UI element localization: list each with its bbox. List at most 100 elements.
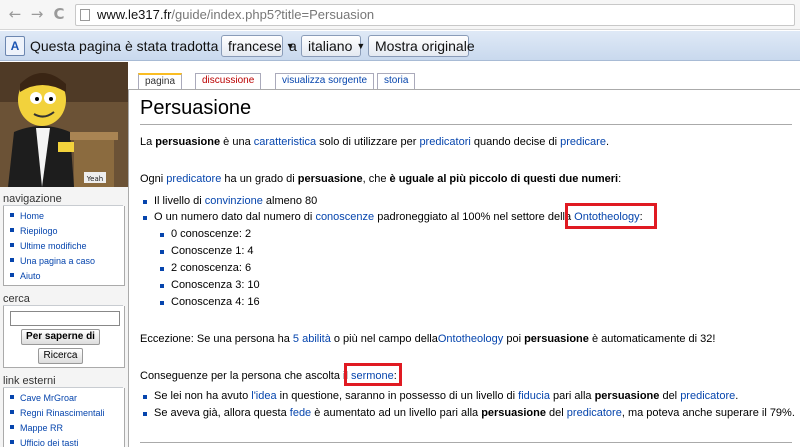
- reload-icon[interactable]: C: [50, 5, 68, 23]
- search-portlet-title: cerca: [3, 293, 30, 305]
- text: è una: [220, 136, 254, 148]
- sidebar-item-regni-rinascimentali[interactable]: Regni Rinascimentali: [10, 406, 124, 421]
- link-convinzione[interactable]: convinzione: [205, 195, 263, 207]
- search-portlet: Per saperne di Ricerca: [3, 306, 125, 368]
- sidebar-item-mappe-rr[interactable]: Mappe RR: [10, 421, 124, 436]
- text: quando decise di: [470, 136, 561, 148]
- link-predicare[interactable]: predicare: [560, 136, 606, 148]
- sidebar-item-home[interactable]: Home: [10, 209, 124, 224]
- text: pari alla: [549, 390, 595, 402]
- browser-toolbar: ← → C www.le317.fr/guide/index.php5?titl…: [0, 0, 800, 30]
- text: Ogni: [140, 173, 167, 185]
- url-host: www.le317.fr: [97, 7, 172, 22]
- page-title: Persuasione: [140, 97, 252, 119]
- sidebar-item-help[interactable]: Aiuto: [10, 269, 124, 284]
- sidebar-item-recent-changes[interactable]: Ultime modifiche: [10, 239, 124, 254]
- tab-view-source[interactable]: visualizza sorgente: [275, 73, 375, 89]
- sidebar-item-riepilogo[interactable]: Riepilogo: [10, 224, 124, 239]
- source-language-label: francese: [228, 38, 282, 54]
- sidebar-item-random-page[interactable]: Una pagina a caso: [10, 254, 124, 269]
- text: è automaticamente di 32!: [588, 333, 716, 345]
- translate-message: Questa pagina è stata tradotta da: [30, 38, 238, 54]
- rule-paragraph: Ogni predicatore ha un grado di persuasi…: [140, 173, 621, 185]
- search-full-button[interactable]: Per saperne di: [21, 329, 100, 345]
- text: ha un grado di: [221, 173, 298, 185]
- link-predicatore[interactable]: predicatore: [166, 173, 221, 185]
- highlight-box-sermone: [344, 363, 402, 386]
- nav-portlet: Home Riepilogo Ultime modifiche Una pagi…: [3, 206, 125, 286]
- text: La: [140, 136, 156, 148]
- list-item: Se aveva già, allora questa fede è aumen…: [143, 407, 795, 419]
- address-bar[interactable]: www.le317.fr/guide/index.php5?title=Pers…: [75, 4, 795, 26]
- intro-paragraph: La persuasione è una caratteristica solo…: [140, 136, 609, 148]
- highlight-box-ontotheology: [565, 203, 657, 229]
- url-path: /guide/index.php5?title=Persuasion: [171, 7, 375, 22]
- text: solo di utilizzare per: [316, 136, 420, 148]
- search-input[interactable]: [10, 311, 120, 326]
- text: Il livello di: [154, 195, 205, 207]
- tab-pagina[interactable]: pagina: [138, 73, 183, 89]
- text: in questione, saranno in possesso di un …: [276, 390, 519, 402]
- sidebar-item-cave-mrgroar[interactable]: Cave MrGroar: [10, 391, 124, 406]
- text: o più nel campo della: [330, 333, 438, 345]
- text: Se aveva già, allora questa: [154, 407, 290, 419]
- sidebar: Yeah navigazione Home Riepilogo Ultime m…: [0, 62, 128, 447]
- list-item: Il livello di convinzione almeno 80: [142, 195, 318, 207]
- text: del: [546, 407, 567, 419]
- text: persuasione: [524, 333, 589, 345]
- text: padroneggiato al 100% nel settore della: [374, 211, 575, 223]
- source-language-select[interactable]: francese ▼: [221, 35, 295, 57]
- sidebar-item-ufficio-dei-tasti[interactable]: Ufficio dei tasti: [10, 436, 124, 447]
- list-item: Conoscenza 4: 16: [160, 296, 260, 308]
- links-portlet: Cave MrGroar Regni Rinascimentali Mappe …: [3, 388, 125, 447]
- link-idea[interactable]: l'idea: [251, 390, 276, 402]
- link-conoscenze[interactable]: conoscenze: [315, 211, 374, 223]
- list-item: 2 conoscenza: 6: [159, 262, 252, 274]
- links-portlet-title: link esterni: [3, 375, 56, 387]
- forward-icon[interactable]: →: [28, 5, 46, 23]
- divider: [140, 442, 792, 443]
- search-go-button[interactable]: Ricerca: [38, 348, 83, 364]
- link-abilita[interactable]: abilità: [302, 333, 331, 345]
- list-item: Conoscenza 3: 10: [160, 279, 260, 291]
- text: Eccezione: Se una persona ha: [140, 333, 293, 345]
- text: Conseguenze per la persona che ascolta i…: [140, 370, 351, 382]
- text: è aumentato ad un livello pari alla: [311, 407, 482, 419]
- text: .: [605, 136, 610, 148]
- nav-portlet-title: navigazione: [3, 193, 62, 205]
- chevron-down-icon: ▼: [356, 41, 366, 51]
- target-language-select[interactable]: italiano ▼: [301, 35, 365, 57]
- text: persuasione: [481, 407, 546, 419]
- text: .: [735, 390, 739, 402]
- link-fede[interactable]: fede: [290, 407, 311, 419]
- tab-discussione[interactable]: discussione: [195, 73, 262, 89]
- text: O un numero dato dal numero di: [154, 211, 316, 223]
- site-logo[interactable]: Yeah: [0, 62, 128, 187]
- back-icon[interactable]: ←: [6, 5, 24, 23]
- list-item: Conoscenze 1: 4: [160, 245, 254, 257]
- divider: [140, 124, 792, 125]
- text: è uguale al più piccolo di questi due nu…: [389, 173, 619, 185]
- link-fiducia[interactable]: fiducia: [518, 390, 550, 402]
- text: almeno 80: [262, 195, 318, 207]
- text: del: [659, 390, 681, 402]
- text: Se lei non ha avuto: [154, 390, 252, 402]
- link-caratteristica[interactable]: caratteristica: [254, 136, 316, 148]
- article-content: Persuasione La persuasione è una caratte…: [128, 89, 800, 447]
- link-predicatori[interactable]: predicatori: [419, 136, 470, 148]
- translate-connector: a: [289, 38, 297, 54]
- link-predicatore[interactable]: predicatore: [567, 407, 622, 419]
- link-ontotheology[interactable]: Ontotheology: [438, 333, 503, 345]
- page-icon: [80, 9, 90, 21]
- text: , ma poteva anche superare il 79%.: [621, 407, 795, 419]
- show-original-button[interactable]: Mostra originale: [368, 35, 475, 57]
- link-predicatore[interactable]: predicatore: [680, 390, 735, 402]
- text: persuasione: [155, 136, 221, 148]
- tab-storia[interactable]: storia: [377, 73, 416, 89]
- list-item: 0 conoscenze: 2: [159, 228, 252, 240]
- text: persuasione: [594, 390, 660, 402]
- exception-paragraph: Eccezione: Se una persona ha 5 abilità o…: [140, 333, 715, 345]
- text: persuasione: [297, 173, 363, 185]
- text: :: [618, 173, 622, 185]
- text: poi: [503, 333, 525, 345]
